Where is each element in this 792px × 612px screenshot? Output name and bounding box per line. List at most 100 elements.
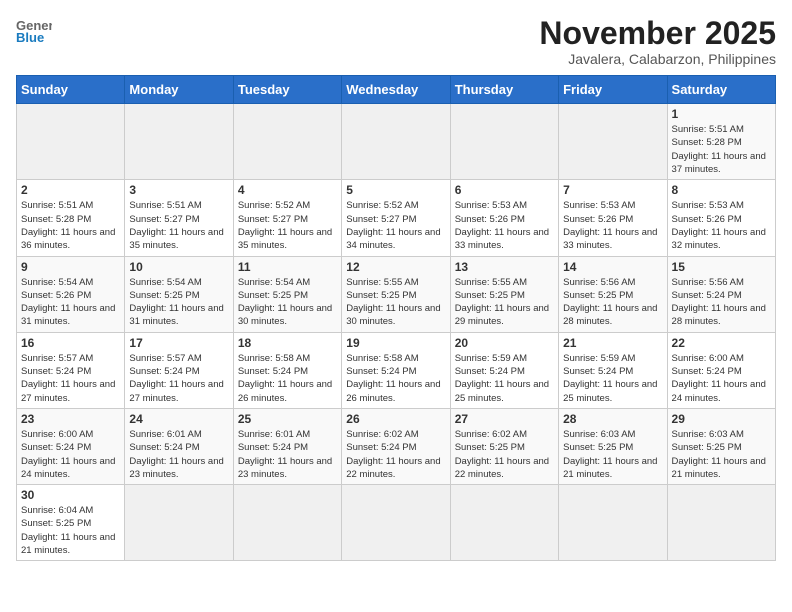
calendar-cell: 28Sunrise: 6:03 AM Sunset: 5:25 PM Dayli… bbox=[559, 408, 667, 484]
calendar-cell bbox=[17, 104, 125, 180]
calendar-cell: 20 Sunrise: 5:59 AM Sunset: 5:24 PM Dayli… bbox=[450, 332, 558, 408]
day-number: 29 bbox=[672, 412, 771, 426]
week-row-3: 9 Sunrise: 5:54 AM Sunset: 5:26 PM Daylig… bbox=[17, 256, 776, 332]
day-number: 25 bbox=[238, 412, 337, 426]
week-row-6: 30 Sunrise: 6:04 AM Sunset: 5:25 PM Dayli… bbox=[17, 485, 776, 561]
calendar-cell: 14 Sunrise: 5:56 AM Sunset: 5:25 PM Dayli… bbox=[559, 256, 667, 332]
day-number: 9 bbox=[21, 260, 120, 274]
calendar-cell: 25 Sunrise: 6:01 AM Sunset: 5:24 PM Dayli… bbox=[233, 408, 341, 484]
day-number: 21 bbox=[563, 336, 662, 350]
cell-content: Sunrise: 5:57 AM Sunset: 5:24 PM Dayligh… bbox=[129, 352, 228, 405]
calendar-cell: 26 Sunrise: 6:02 AM Sunset: 5:24 PM Dayli… bbox=[342, 408, 450, 484]
calendar-cell: 18Sunrise: 5:58 AM Sunset: 5:24 PM Dayli… bbox=[233, 332, 341, 408]
calendar-cell bbox=[450, 104, 558, 180]
calendar-cell: 7 Sunrise: 5:53 AM Sunset: 5:26 PM Daylig… bbox=[559, 180, 667, 256]
day-number: 10 bbox=[129, 260, 228, 274]
cell-content: Sunrise: 5:55 AM Sunset: 5:25 PM Dayligh… bbox=[455, 276, 554, 329]
header-saturday: Saturday bbox=[667, 76, 775, 104]
calendar-cell: 5Sunrise: 5:52 AM Sunset: 5:27 PM Daylig… bbox=[342, 180, 450, 256]
calendar-cell bbox=[559, 104, 667, 180]
cell-content: Sunrise: 5:51 AM Sunset: 5:28 PM Dayligh… bbox=[672, 123, 771, 176]
calendar-cell bbox=[233, 485, 341, 561]
day-number: 16 bbox=[21, 336, 120, 350]
header-tuesday: Tuesday bbox=[233, 76, 341, 104]
calendar-cell: 4Sunrise: 5:52 AM Sunset: 5:27 PM Daylig… bbox=[233, 180, 341, 256]
cell-content: Sunrise: 5:54 AM Sunset: 5:25 PM Dayligh… bbox=[238, 276, 337, 329]
calendar-cell: 3Sunrise: 5:51 AM Sunset: 5:27 PM Daylig… bbox=[125, 180, 233, 256]
calendar-cell: 16Sunrise: 5:57 AM Sunset: 5:24 PM Dayli… bbox=[17, 332, 125, 408]
day-number: 26 bbox=[346, 412, 445, 426]
week-row-4: 16 Sunrise: 5:57 AM Sunset: 5:24 PM Dayli… bbox=[17, 332, 776, 408]
day-number: 7 bbox=[563, 183, 662, 197]
day-number: 3 bbox=[129, 183, 228, 197]
day-number: 28 bbox=[563, 412, 662, 426]
day-number: 20 bbox=[455, 336, 554, 350]
calendar-cell bbox=[125, 485, 233, 561]
cell-content: Sunrise: 5:53 AM Sunset: 5:26 PM Dayligh… bbox=[563, 199, 662, 252]
cell-content: Sunrise: 6:00 AM Sunset: 5:24 PM Dayligh… bbox=[21, 428, 120, 481]
header-thursday: Thursday bbox=[450, 76, 558, 104]
day-number: 4 bbox=[238, 183, 337, 197]
calendar-cell bbox=[559, 485, 667, 561]
cell-content: Sunrise: 5:53 AM Sunset: 5:26 PM Dayligh… bbox=[455, 199, 554, 252]
calendar-cell: 12 Sunrise: 5:55 AM Sunset: 5:25 PM Dayli… bbox=[342, 256, 450, 332]
location: Javalera, Calabarzon, Philippines bbox=[539, 51, 776, 67]
calendar-cell: 21 Sunrise: 5:59 AM Sunset: 5:24 PM Dayli… bbox=[559, 332, 667, 408]
cell-content: Sunrise: 5:53 AM Sunset: 5:26 PM Dayligh… bbox=[672, 199, 771, 252]
cell-content: Sunrise: 6:04 AM Sunset: 5:25 PM Dayligh… bbox=[21, 504, 120, 557]
calendar-cell: 10 Sunrise: 5:54 AM Sunset: 5:25 PM Dayli… bbox=[125, 256, 233, 332]
calendar-cell: 1 Sunrise: 5:51 AM Sunset: 5:28 PM Daylig… bbox=[667, 104, 775, 180]
day-number: 27 bbox=[455, 412, 554, 426]
month-title: November 2025 bbox=[539, 16, 776, 51]
day-number: 12 bbox=[346, 260, 445, 274]
cell-content: Sunrise: 5:58 AM Sunset: 5:24 PM Dayligh… bbox=[346, 352, 445, 405]
day-number: 19 bbox=[346, 336, 445, 350]
header-monday: Monday bbox=[125, 76, 233, 104]
cell-content: Sunrise: 5:54 AM Sunset: 5:26 PM Dayligh… bbox=[21, 276, 120, 329]
cell-content: Sunrise: 6:01 AM Sunset: 5:24 PM Dayligh… bbox=[238, 428, 337, 481]
svg-text:Blue: Blue bbox=[16, 30, 44, 44]
week-row-1: 1 Sunrise: 5:51 AM Sunset: 5:28 PM Daylig… bbox=[17, 104, 776, 180]
calendar-table: SundayMondayTuesdayWednesdayThursdayFrid… bbox=[16, 75, 776, 561]
cell-content: Sunrise: 5:59 AM Sunset: 5:24 PM Dayligh… bbox=[455, 352, 554, 405]
cell-content: Sunrise: 6:02 AM Sunset: 5:24 PM Dayligh… bbox=[346, 428, 445, 481]
week-row-5: 23 Sunrise: 6:00 AM Sunset: 5:24 PM Dayli… bbox=[17, 408, 776, 484]
calendar-cell: 9 Sunrise: 5:54 AM Sunset: 5:26 PM Daylig… bbox=[17, 256, 125, 332]
cell-content: Sunrise: 5:51 AM Sunset: 5:28 PM Dayligh… bbox=[21, 199, 120, 252]
day-number: 13 bbox=[455, 260, 554, 274]
day-number: 17 bbox=[129, 336, 228, 350]
logo: General Blue bbox=[16, 16, 52, 44]
generalblue-logo-icon: General Blue bbox=[16, 16, 52, 44]
calendar-cell: 23 Sunrise: 6:00 AM Sunset: 5:24 PM Dayli… bbox=[17, 408, 125, 484]
calendar-cell: 30 Sunrise: 6:04 AM Sunset: 5:25 PM Dayli… bbox=[17, 485, 125, 561]
cell-content: Sunrise: 5:54 AM Sunset: 5:25 PM Dayligh… bbox=[129, 276, 228, 329]
page-header: General Blue November 2025 Javalera, Cal… bbox=[16, 16, 776, 67]
calendar-cell: 22Sunrise: 6:00 AM Sunset: 5:24 PM Dayli… bbox=[667, 332, 775, 408]
cell-content: Sunrise: 6:01 AM Sunset: 5:24 PM Dayligh… bbox=[129, 428, 228, 481]
cell-content: Sunrise: 5:55 AM Sunset: 5:25 PM Dayligh… bbox=[346, 276, 445, 329]
title-block: November 2025 Javalera, Calabarzon, Phil… bbox=[539, 16, 776, 67]
calendar-cell: 19 Sunrise: 5:58 AM Sunset: 5:24 PM Dayli… bbox=[342, 332, 450, 408]
calendar-cell bbox=[450, 485, 558, 561]
day-number: 30 bbox=[21, 488, 120, 502]
week-row-2: 2Sunrise: 5:51 AM Sunset: 5:28 PM Daylig… bbox=[17, 180, 776, 256]
calendar-cell: 24 Sunrise: 6:01 AM Sunset: 5:24 PM Dayli… bbox=[125, 408, 233, 484]
day-number: 11 bbox=[238, 260, 337, 274]
day-number: 1 bbox=[672, 107, 771, 121]
cell-content: Sunrise: 6:00 AM Sunset: 5:24 PM Dayligh… bbox=[672, 352, 771, 405]
day-number: 15 bbox=[672, 260, 771, 274]
cell-content: Sunrise: 5:56 AM Sunset: 5:24 PM Dayligh… bbox=[672, 276, 771, 329]
day-number: 14 bbox=[563, 260, 662, 274]
cell-content: Sunrise: 5:56 AM Sunset: 5:25 PM Dayligh… bbox=[563, 276, 662, 329]
day-number: 24 bbox=[129, 412, 228, 426]
day-number: 8 bbox=[672, 183, 771, 197]
cell-content: Sunrise: 5:52 AM Sunset: 5:27 PM Dayligh… bbox=[346, 199, 445, 252]
calendar-cell bbox=[233, 104, 341, 180]
day-number: 6 bbox=[455, 183, 554, 197]
calendar-cell bbox=[342, 485, 450, 561]
calendar-cell: 2Sunrise: 5:51 AM Sunset: 5:28 PM Daylig… bbox=[17, 180, 125, 256]
cell-content: Sunrise: 5:59 AM Sunset: 5:24 PM Dayligh… bbox=[563, 352, 662, 405]
cell-content: Sunrise: 6:03 AM Sunset: 5:25 PM Dayligh… bbox=[672, 428, 771, 481]
header-wednesday: Wednesday bbox=[342, 76, 450, 104]
day-number: 23 bbox=[21, 412, 120, 426]
